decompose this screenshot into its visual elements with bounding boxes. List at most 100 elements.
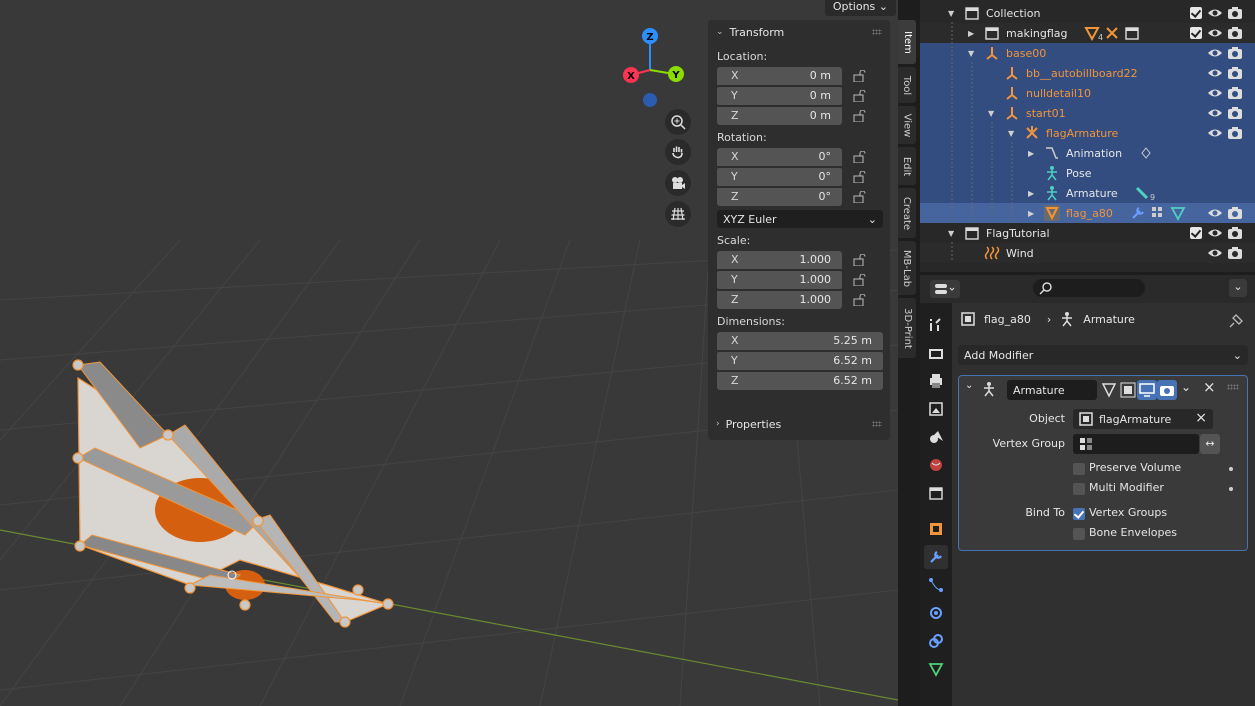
search-input[interactable]: [1033, 279, 1145, 297]
outliner-row-makingflag[interactable]: ▶ makingflag 4: [920, 23, 1255, 43]
tab-create[interactable]: Create: [898, 188, 916, 238]
camera-render-icon[interactable]: [1227, 105, 1243, 121]
bone-envelopes-checkbox[interactable]: [1073, 528, 1085, 540]
eye-icon[interactable]: [1207, 245, 1223, 261]
eye-icon[interactable]: [1207, 85, 1223, 101]
expand-arrow-icon[interactable]: ▼: [988, 109, 994, 118]
dimensions-z-field[interactable]: Z 6.52 m: [717, 371, 883, 390]
transform-panel-header[interactable]: ⌄ Transform: [708, 20, 890, 44]
lock-icon[interactable]: [853, 293, 867, 306]
outliner-row-flagtutorial[interactable]: ▼ FlagTutorial: [920, 223, 1255, 243]
pin-icon[interactable]: [1229, 312, 1245, 328]
scale-z-field[interactable]: Z 1.000: [717, 290, 842, 309]
tab-item[interactable]: Item: [898, 20, 916, 64]
lock-icon[interactable]: [853, 190, 867, 203]
eye-icon[interactable]: [1207, 105, 1223, 121]
camera-render-icon[interactable]: [1227, 125, 1243, 141]
render-toggle[interactable]: [1157, 380, 1177, 400]
camera-render-icon[interactable]: [1227, 65, 1243, 81]
tab-mb-lab[interactable]: MB-Lab: [898, 241, 916, 295]
lock-icon[interactable]: [853, 273, 867, 286]
view-layer-tab[interactable]: [924, 397, 948, 421]
clear-icon[interactable]: ×: [1195, 410, 1207, 426]
camera-render-icon[interactable]: [1227, 5, 1243, 21]
scene-tab[interactable]: [924, 425, 948, 449]
expand-arrow-icon[interactable]: ▼: [948, 9, 954, 18]
vertex-groups-checkbox[interactable]: [1073, 508, 1085, 520]
properties-panel-header[interactable]: › Properties: [708, 412, 890, 436]
outliner-row-nulldetail10[interactable]: nulldetail10: [920, 83, 1255, 103]
tab-tool[interactable]: Tool: [898, 67, 916, 103]
lock-icon[interactable]: [853, 150, 867, 163]
vertex-group-field[interactable]: [1073, 434, 1199, 454]
camera-render-icon[interactable]: [1227, 25, 1243, 41]
scale-y-field[interactable]: Y 1.000: [717, 270, 842, 289]
eye-icon[interactable]: [1207, 45, 1223, 61]
options-button[interactable]: Options ⌄: [824, 0, 896, 16]
particles-tab[interactable]: [924, 573, 948, 597]
outliner-row-flagarmature[interactable]: ▼ flagArmature: [920, 123, 1255, 143]
keyframe-dot-icon[interactable]: [1229, 467, 1233, 471]
output-tab[interactable]: [924, 369, 948, 393]
chevron-down-icon[interactable]: ⌄: [1181, 380, 1191, 394]
expand-arrow-icon[interactable]: ▶: [1028, 149, 1034, 158]
lock-icon[interactable]: [853, 109, 867, 122]
exclude-checkbox[interactable]: [1190, 227, 1202, 239]
navigation-gizmo[interactable]: Z X Y: [612, 26, 692, 110]
expand-arrow-icon[interactable]: ▼: [968, 49, 974, 58]
multi-modifier-checkbox[interactable]: [1073, 483, 1085, 495]
drag-grip-icon[interactable]: [872, 29, 882, 35]
preserve-volume-checkbox[interactable]: [1073, 463, 1085, 475]
outliner-row-start01[interactable]: ▼ start01: [920, 103, 1255, 123]
drag-grip-icon[interactable]: [1227, 384, 1239, 390]
eye-icon[interactable]: [1207, 205, 1223, 221]
edit-mode-icon[interactable]: [1100, 381, 1118, 399]
constraints-tab[interactable]: [924, 629, 948, 653]
outliner-row-animation[interactable]: ▶ Animation: [920, 143, 1255, 163]
location-y-field[interactable]: Y0 m: [717, 86, 842, 105]
camera-icon[interactable]: [665, 170, 691, 196]
eye-icon[interactable]: [1207, 5, 1223, 21]
eye-icon[interactable]: [1207, 25, 1223, 41]
options-dropdown-button[interactable]: ⌄: [1229, 279, 1247, 297]
world-tab[interactable]: [924, 453, 948, 477]
exclude-checkbox[interactable]: [1190, 7, 1202, 19]
physics-tab[interactable]: [924, 601, 948, 625]
rotation-x-field[interactable]: X 0°: [717, 147, 842, 166]
viewport-display-toggle[interactable]: [1137, 380, 1157, 400]
modifier-name-input[interactable]: Armature: [1007, 380, 1097, 400]
outliner-row-armature-data[interactable]: ▶ Armature 9: [920, 183, 1255, 203]
tab-3d-print[interactable]: 3D-Print: [898, 298, 916, 358]
render-tab[interactable]: [924, 341, 948, 365]
exclude-checkbox[interactable]: [1190, 27, 1202, 39]
object-field[interactable]: flagArmature ×: [1073, 409, 1213, 429]
3d-viewport[interactable]: Options ⌄ Z X Y ⌄ Transform Location: X0…: [0, 0, 898, 706]
cage-icon[interactable]: [1119, 381, 1137, 399]
lock-icon[interactable]: [853, 253, 867, 266]
keyframe-dot-icon[interactable]: [1229, 487, 1233, 491]
location-x-field[interactable]: X0 m: [717, 66, 842, 85]
chevron-down-icon[interactable]: ⌄: [965, 380, 973, 391]
zoom-icon[interactable]: [665, 109, 691, 135]
lock-icon[interactable]: [853, 69, 867, 82]
expand-arrow-icon[interactable]: ▶: [1028, 189, 1034, 198]
collection-tab[interactable]: [924, 481, 948, 505]
scale-x-field[interactable]: X 1.000: [717, 250, 842, 269]
rotation-y-field[interactable]: Y 0°: [717, 167, 842, 186]
camera-render-icon[interactable]: [1227, 245, 1243, 261]
eye-icon[interactable]: [1207, 125, 1223, 141]
eye-icon[interactable]: [1207, 65, 1223, 81]
close-icon[interactable]: ×: [1203, 378, 1216, 396]
rotation-mode-dropdown[interactable]: XYZ Euler ⌄: [717, 210, 883, 228]
lock-icon[interactable]: [853, 170, 867, 183]
outliner-row-wind[interactable]: Wind: [920, 243, 1255, 263]
editor-type-button[interactable]: [930, 280, 960, 298]
dimensions-y-field[interactable]: Y 6.52 m: [717, 351, 883, 370]
location-z-field[interactable]: Z0 m: [717, 106, 842, 125]
grid-icon[interactable]: [665, 201, 691, 227]
camera-render-icon[interactable]: [1227, 225, 1243, 241]
modifier-tab[interactable]: [924, 545, 948, 569]
tab-view[interactable]: View: [898, 106, 916, 144]
outliner-row-base00[interactable]: ▼ base00: [920, 43, 1255, 63]
tool-tab[interactable]: [924, 313, 948, 337]
